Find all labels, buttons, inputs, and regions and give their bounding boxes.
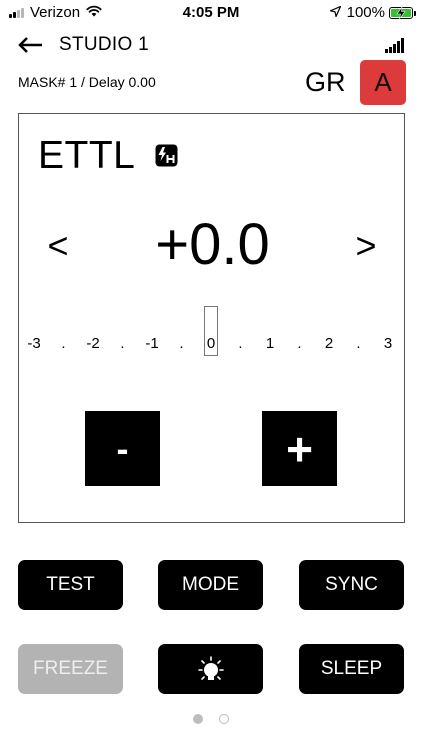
channel-button[interactable]: A: [360, 60, 406, 105]
scale-separator: .: [238, 335, 243, 352]
signal-strength-icon: [384, 38, 404, 53]
scale-tick[interactable]: 1: [266, 335, 274, 352]
status-bar: Verizon 4:05 PM 100%: [0, 0, 422, 26]
sync-button[interactable]: SYNC: [299, 560, 404, 610]
sleep-button[interactable]: SLEEP: [299, 644, 404, 694]
light-button[interactable]: [158, 644, 263, 694]
scale-separator: .: [179, 335, 184, 352]
flash-h-icon: [155, 144, 178, 172]
charging-icon: [396, 6, 406, 19]
test-button[interactable]: TEST: [18, 560, 123, 610]
page-dot[interactable]: [219, 714, 229, 724]
freeze-button[interactable]: FREEZE: [18, 644, 123, 694]
mode-label: ETTL: [38, 134, 136, 177]
page-title: STUDIO 1: [59, 34, 150, 55]
back-arrow-icon[interactable]: [16, 35, 44, 55]
scale-tick[interactable]: -1: [145, 335, 158, 352]
next-button[interactable]: >: [346, 225, 386, 269]
scale-separator: .: [61, 335, 66, 352]
battery-icon: [389, 6, 416, 19]
decrement-button[interactable]: -: [85, 411, 160, 486]
scale-tick[interactable]: 3: [384, 335, 392, 352]
page-dot[interactable]: [193, 714, 203, 724]
battery-cap: [414, 10, 416, 16]
battery-percent: 100%: [346, 4, 385, 21]
scale-separator: .: [297, 335, 302, 352]
scale-tick[interactable]: -3: [27, 335, 40, 352]
scale-indicator: [204, 306, 218, 356]
increment-button[interactable]: +: [262, 411, 337, 486]
location-icon: [329, 4, 341, 21]
scale-tick[interactable]: -2: [86, 335, 99, 352]
flash-control-panel: ETTL < +0.0 > -3. -2. -1. 0. 1. 2. 3 - +: [18, 113, 405, 523]
mode-button[interactable]: MODE: [158, 560, 263, 610]
scale-tick[interactable]: 2: [325, 335, 333, 352]
status-bar-right: 100%: [329, 4, 416, 21]
mask-info: MASK# 1 / Delay 0.00: [18, 74, 156, 90]
scale-separator: .: [120, 335, 125, 352]
lamp-icon: [197, 656, 224, 680]
page-indicator[interactable]: [0, 714, 422, 724]
group-label: GR: [305, 67, 346, 97]
scale-separator: .: [356, 335, 361, 352]
